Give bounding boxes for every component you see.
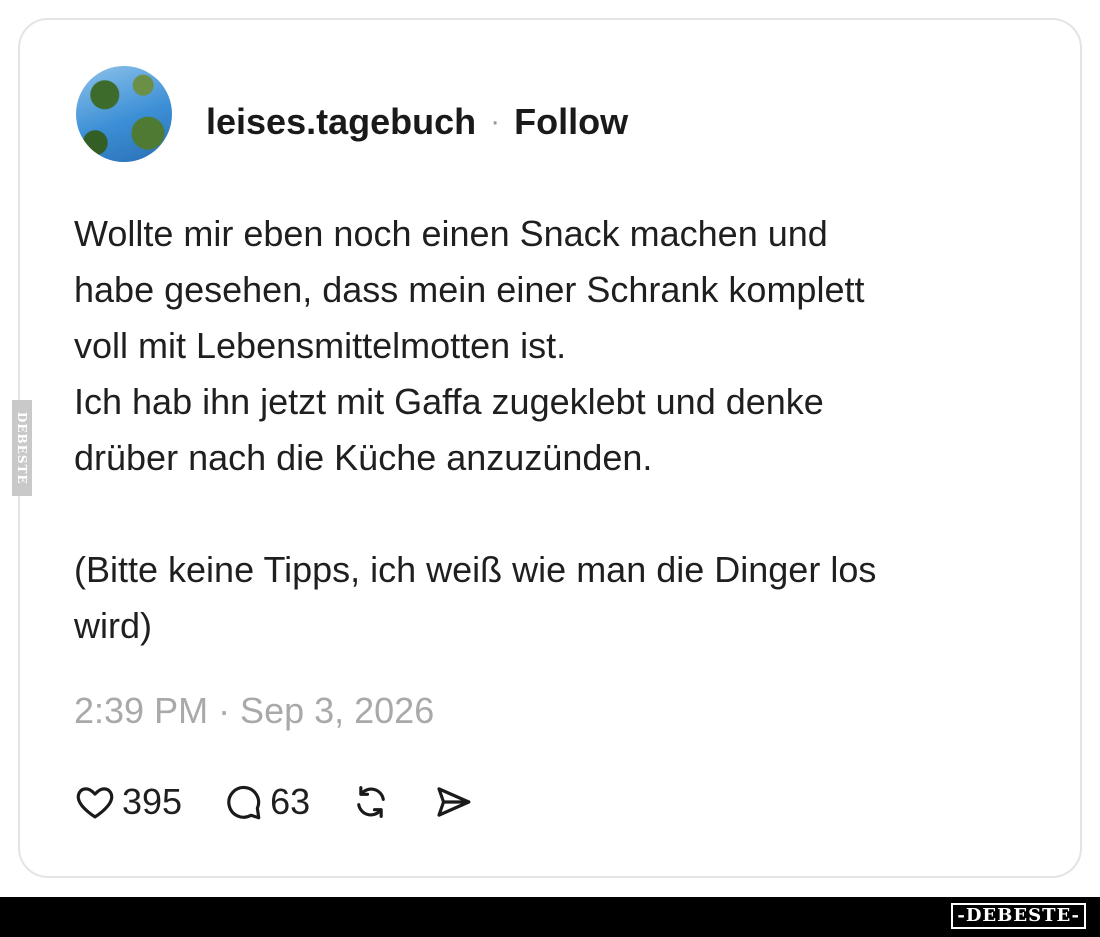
post-text-line: Wollte mir eben noch einen Snack machen …	[74, 213, 828, 254]
username-link[interactable]: leises.tagebuch	[206, 101, 476, 143]
post-text-line: (Bitte keine Tipps, ich weiß wie man die…	[74, 549, 877, 590]
footer-logo: -DEBESTE-	[951, 903, 1086, 929]
comment-button[interactable]: 63	[222, 781, 310, 823]
post-text-blank-line	[74, 486, 1034, 542]
post-text-line: Ich hab ihn jetzt mit Gaffa zugeklebt un…	[74, 381, 824, 422]
post-text-line: voll mit Lebensmittelmotten ist.	[74, 325, 567, 366]
send-icon	[432, 781, 474, 823]
post-timestamp[interactable]: 2:39 PM · Sep 3, 2026	[74, 690, 434, 732]
like-count: 395	[122, 781, 183, 822]
header-separator: ·	[490, 105, 501, 138]
action-bar: 395 63	[74, 774, 514, 830]
footer-bar: -DEBESTE-	[0, 897, 1100, 937]
post-header: leises.tagebuch · Follow	[206, 100, 628, 144]
post-text: Wollte mir eben noch einen Snack machen …	[74, 206, 1034, 654]
like-button[interactable]: 395	[74, 781, 182, 823]
post-text-line: drüber nach die Küche anzuzünden.	[74, 437, 653, 478]
heart-icon	[74, 781, 116, 823]
speech-bubble-icon	[222, 781, 264, 823]
side-watermark: DEBESTE	[12, 400, 32, 496]
repost-button[interactable]	[350, 781, 392, 823]
post-text-line: wird)	[74, 605, 152, 646]
comment-count: 63	[270, 781, 311, 822]
post-text-line: habe gesehen, dass mein einer Schrank ko…	[74, 269, 865, 310]
share-button[interactable]	[432, 781, 474, 823]
avatar[interactable]	[76, 66, 172, 162]
follow-button[interactable]: Follow	[514, 101, 628, 143]
repost-icon	[350, 781, 392, 823]
